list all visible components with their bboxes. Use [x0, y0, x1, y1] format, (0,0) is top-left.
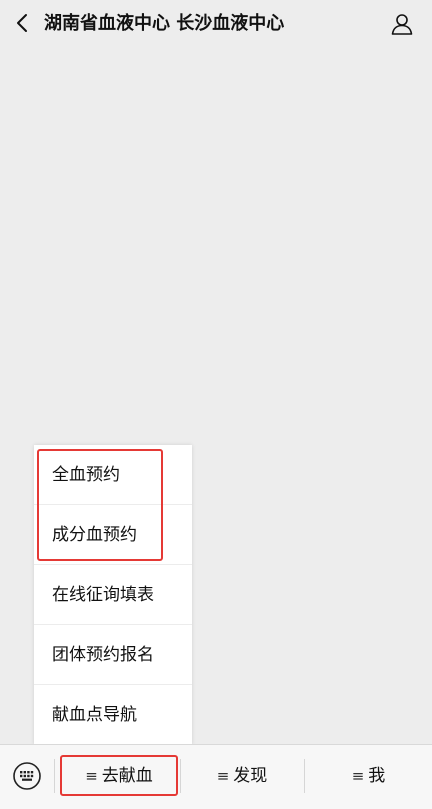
menu-item-donation-navigation[interactable]: 献血点导航: [34, 685, 192, 745]
menu-item-online-questionnaire[interactable]: 在线征询填表: [34, 565, 192, 625]
menu-icon: ≡: [216, 767, 230, 785]
menu-icon: ≡: [351, 767, 365, 785]
profile-icon[interactable]: [390, 12, 414, 36]
tab-discover[interactable]: ≡ 发现: [181, 745, 303, 807]
tab-label: 发现: [233, 766, 268, 786]
highlight-box-menu: [37, 449, 163, 561]
keyboard-icon[interactable]: [12, 761, 42, 791]
back-arrow-icon[interactable]: [12, 12, 34, 34]
nav-header: 湖南省血液中心 长沙血液中心: [0, 0, 432, 48]
menu-item-group-registration[interactable]: 团体预约报名: [34, 625, 192, 685]
bar-divider: [54, 759, 55, 793]
tab-me[interactable]: ≡ 我: [305, 745, 432, 807]
tab-label: 我: [368, 766, 386, 786]
highlight-box-tab: [60, 755, 178, 796]
page-title: 湖南省血液中心 长沙血液中心: [44, 13, 285, 34]
